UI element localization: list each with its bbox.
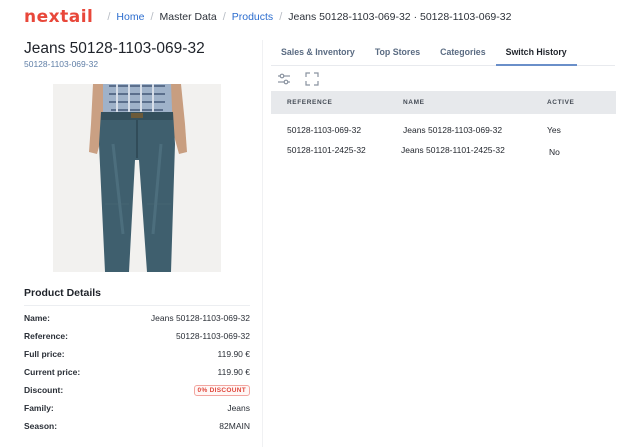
switch-history-table: REFERENCE NAME ACTIVE 50128-1103-069-32 … xyxy=(271,91,616,159)
discount-badge: 0% DISCOUNT xyxy=(193,384,250,396)
detail-label: Current price: xyxy=(24,367,81,377)
detail-row-discount: Discount: 0% DISCOUNT xyxy=(24,381,250,399)
tab-sales-inventory[interactable]: Sales & Inventory xyxy=(271,40,365,66)
expand-icon[interactable] xyxy=(305,72,319,86)
product-header: Jeans 50128-1103-069-32 50128-1103-069-3… xyxy=(24,40,258,69)
breadcrumb-separator: / xyxy=(107,11,111,23)
table-row[interactable]: 50128-1103-069-32 Jeans 50128-1103-069-3… xyxy=(271,120,616,139)
detail-label: Season: xyxy=(24,421,58,431)
detail-row-full-price: Full price: 119.90 € xyxy=(24,345,250,363)
detail-label: Name: xyxy=(24,313,50,323)
details-divider xyxy=(24,305,250,306)
breadcrumb-separator: / xyxy=(279,11,283,23)
cell-name: Jeans 50128-1103-069-32 xyxy=(403,124,503,135)
detail-label: Discount: xyxy=(24,385,64,395)
product-image xyxy=(53,84,221,272)
product-details-title: Product Details xyxy=(24,287,102,299)
detail-value: 82MAIN xyxy=(219,421,250,431)
detail-value: Jeans xyxy=(227,403,250,413)
tab-top-stores[interactable]: Top Stores xyxy=(365,40,430,66)
product-tabs: Sales & Inventory Top Stores Categories … xyxy=(271,40,615,66)
detail-row-family: Family: Jeans xyxy=(24,399,250,417)
breadcrumb-separator: / xyxy=(222,11,226,23)
breadcrumb-separator: / xyxy=(150,11,154,23)
column-header-active[interactable]: ACTIVE xyxy=(531,99,616,106)
detail-label: Reference: xyxy=(24,331,68,341)
table-header: REFERENCE NAME ACTIVE xyxy=(271,91,616,114)
panel-divider xyxy=(262,40,263,447)
detail-label: Full price: xyxy=(24,349,65,359)
cell-name: Jeans 50128-1101-2425-32 xyxy=(401,144,505,155)
cell-active: Yes xyxy=(547,124,561,135)
detail-value: Jeans 50128-1103-069-32 xyxy=(150,313,250,323)
table-row[interactable]: 50128-1101-2425-32 Jeans 50128-1101-2425… xyxy=(271,140,616,159)
table-toolbar xyxy=(277,72,319,86)
detail-value: 119.90 € xyxy=(217,367,250,377)
cell-reference: 50128-1101-2425-32 xyxy=(287,144,366,155)
jeans-model-illustration xyxy=(53,84,221,272)
detail-value: 119.90 € xyxy=(217,349,250,359)
top-bar: nextail / Home / Master Data / Products … xyxy=(0,0,624,34)
detail-label: Family: xyxy=(24,403,54,413)
detail-value: 50128-1103-069-32 xyxy=(175,331,250,341)
column-header-name[interactable]: NAME xyxy=(388,99,531,106)
cell-reference: 50128-1103-069-32 xyxy=(287,124,362,135)
breadcrumb-current: Jeans 50128-1103-069-32 · 50128-1103-069… xyxy=(288,11,512,23)
column-header-reference[interactable]: REFERENCE xyxy=(271,99,388,106)
detail-row-season: Season: 82MAIN xyxy=(24,417,250,435)
detail-row-name: Name: Jeans 50128-1103-069-32 xyxy=(24,309,250,327)
tab-switch-history[interactable]: Switch History xyxy=(495,40,577,66)
detail-row-current-price: Current price: 119.90 € xyxy=(24,363,250,381)
page-title: Jeans 50128-1103-069-32 xyxy=(24,40,205,57)
nextail-logo[interactable]: nextail xyxy=(24,7,93,27)
breadcrumb-products-link[interactable]: Products xyxy=(232,11,273,23)
breadcrumb: / Home / Master Data / Products / Jeans … xyxy=(101,11,511,23)
product-reference-subtitle: 50128-1103-069-32 xyxy=(24,59,99,69)
tab-categories[interactable]: Categories xyxy=(430,40,495,66)
breadcrumb-master-data: Master Data xyxy=(159,11,217,23)
breadcrumb-home-link[interactable]: Home xyxy=(116,11,144,23)
cell-active: No xyxy=(549,146,560,157)
filter-settings-icon[interactable] xyxy=(277,72,291,86)
detail-row-reference: Reference: 50128-1103-069-32 xyxy=(24,327,250,345)
